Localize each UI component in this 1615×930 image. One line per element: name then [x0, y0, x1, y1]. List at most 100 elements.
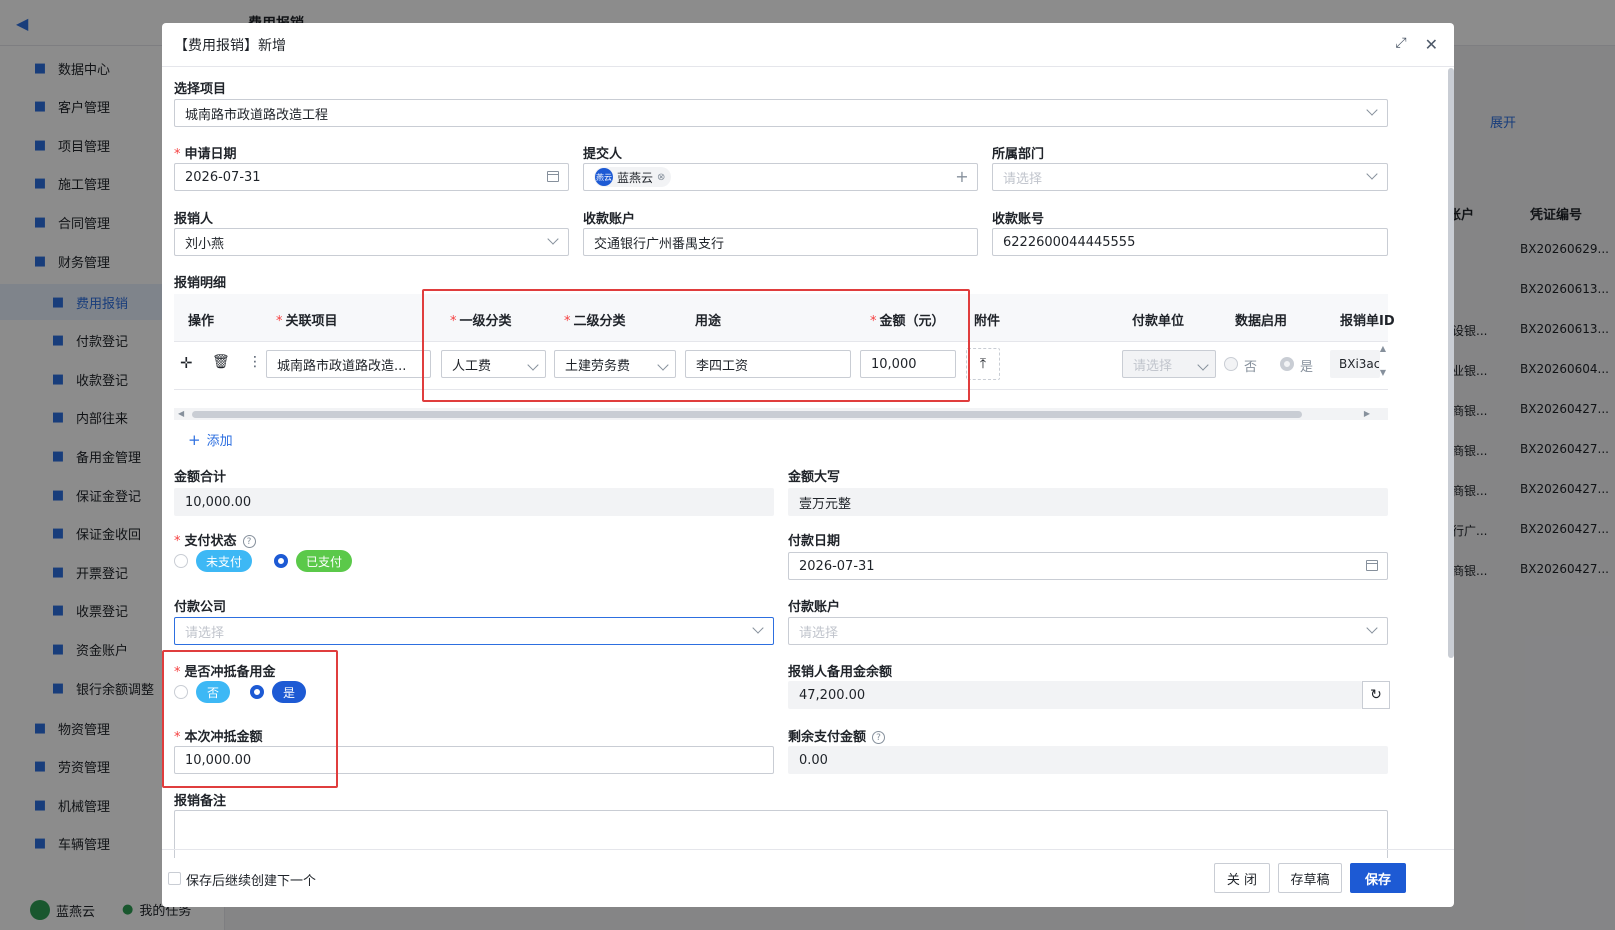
project-value: 城南路市政道路改造工程	[185, 107, 329, 123]
modal-title: 【费用报销】新增	[174, 37, 286, 54]
add-icon: +	[188, 430, 201, 449]
total-label: 金额合计	[174, 470, 227, 485]
reserve-balance-label: 报销人备用金余额	[788, 665, 893, 680]
receive-account-input[interactable]: 交通银行广州番禺支行	[583, 228, 978, 256]
drag-handle-icon[interactable]: ✛	[180, 354, 193, 372]
close-icon[interactable]: ✕	[1425, 35, 1438, 54]
th-payee: 付款单位	[1132, 314, 1185, 329]
submitter-chip: 燕云 蓝燕云 ⊗	[594, 167, 672, 187]
total-value: 10,000.00	[185, 494, 252, 510]
project-select[interactable]: 城南路市政道路改造工程	[174, 99, 1388, 127]
remain-value: 0.00	[799, 752, 828, 768]
upper-value-field: 壹万元整	[788, 488, 1388, 516]
paid-tag[interactable]: 已支付	[296, 550, 352, 572]
highlight-box-offset	[162, 650, 338, 788]
pay-status-paid-radio[interactable]	[274, 554, 288, 568]
reimburser-select[interactable]: 刘小燕	[174, 228, 569, 256]
highlight-box-details	[422, 289, 970, 402]
scroll-left-icon[interactable]: ◀	[178, 409, 184, 418]
continue-checkbox[interactable]	[168, 872, 181, 885]
dept-select[interactable]: 请选择	[992, 163, 1388, 191]
pay-company-label: 付款公司	[174, 600, 227, 615]
modal-body: 选择项目 城南路市政道路改造工程 * 申请日期 2026-07-31 提交人 燕云…	[162, 68, 1450, 858]
apply-date-picker[interactable]: 2026-07-31	[174, 163, 569, 191]
chevron-down-icon	[1365, 622, 1379, 637]
reserve-balance-value: 47,200.00	[799, 687, 866, 703]
th-op: 操作	[188, 314, 215, 329]
more-icon[interactable]: ⋮	[248, 354, 262, 370]
row-payee-select[interactable]: 请选择	[1122, 350, 1216, 378]
row-scroll-up-icon[interactable]: ▲	[1380, 344, 1386, 353]
reimburser-label: 报销人	[174, 212, 214, 227]
row-form-id-value: BXi3ac	[1339, 357, 1380, 371]
row-form-id: BXi3ac	[1330, 350, 1380, 378]
chevron-down-icon	[1365, 168, 1379, 183]
pay-date-value: 2026-07-31	[799, 558, 875, 574]
submitter-label: 提交人	[583, 147, 623, 162]
details-label: 报销明细	[174, 276, 227, 291]
reserve-balance-field: 47,200.00	[788, 681, 1362, 709]
pay-date-label: 付款日期	[788, 534, 841, 549]
draft-button[interactable]: 存草稿	[1278, 863, 1342, 893]
remain-label: 剩余支付金额?	[788, 726, 886, 745]
expense-modal: 【费用报销】新增 ⤢ ✕ 选择项目 城南路市政道路改造工程 * 申请日期 2026…	[162, 23, 1454, 907]
modal-header: 【费用报销】新增 ⤢ ✕	[162, 23, 1454, 67]
th-project: * 关联项目	[276, 314, 338, 329]
row-payee-placeholder: 请选择	[1133, 358, 1173, 374]
pay-account-select[interactable]: 请选择	[788, 617, 1388, 645]
remain-field: 0.00	[788, 746, 1388, 774]
enabled-yes-label: 是	[1300, 360, 1314, 375]
avatar: 燕云	[595, 168, 613, 186]
total-value-field: 10,000.00	[174, 488, 774, 516]
receive-account-value: 交通银行广州番禺支行	[594, 236, 725, 252]
receive-account-label: 收款账户	[583, 212, 636, 227]
plus-icon[interactable]: +	[955, 167, 969, 186]
upper-label: 金额大写	[788, 470, 841, 485]
pay-status-unpaid-radio[interactable]	[174, 554, 188, 568]
row-scroll-down-icon[interactable]: ▼	[1380, 368, 1386, 377]
close-button[interactable]: 关 闭	[1214, 863, 1270, 893]
chevron-down-icon	[751, 622, 765, 637]
enabled-yes-radio[interactable]	[1280, 357, 1294, 371]
pay-company-select[interactable]: 请选择	[174, 617, 774, 645]
pay-account-placeholder: 请选择	[799, 625, 839, 641]
submitter-select[interactable]: 燕云 蓝燕云 ⊗ +	[583, 163, 978, 191]
help-icon[interactable]: ?	[872, 731, 886, 744]
chevron-down-icon	[1365, 104, 1379, 119]
delete-icon[interactable]: 🗑	[212, 354, 230, 370]
row-project-select[interactable]: 城南路市政道路改造...	[266, 350, 431, 378]
receive-number-label: 收款账号	[992, 212, 1045, 227]
submitter-name: 蓝燕云	[617, 170, 654, 185]
pay-account-label: 付款账户	[788, 600, 841, 615]
scrollbar-thumb[interactable]	[192, 411, 1302, 418]
modal-footer: 保存后继续创建下一个 关 闭 存草稿 保存	[162, 849, 1454, 907]
scroll-right-icon[interactable]: ▶	[1364, 409, 1370, 418]
refresh-button[interactable]: ↻	[1362, 681, 1390, 709]
remove-chip-icon[interactable]: ⊗	[657, 172, 665, 183]
receive-number-value: 6222600044445555	[1003, 234, 1136, 250]
pay-date-picker[interactable]: 2026-07-31	[788, 552, 1388, 580]
unpaid-tag[interactable]: 未支付	[196, 550, 252, 572]
th-enabled: 数据启用	[1235, 314, 1288, 329]
row-project-value: 城南路市政道路改造...	[277, 358, 407, 374]
horizontal-scrollbar[interactable]: ◀ ▶	[174, 408, 1388, 420]
remark-label: 报销备注	[174, 794, 227, 809]
modal-scrollbar[interactable]	[1448, 68, 1454, 658]
help-icon[interactable]: ?	[242, 535, 256, 548]
save-button[interactable]: 保存	[1350, 863, 1406, 893]
pay-status-label: * 支付状态?	[174, 530, 256, 549]
apply-date-label: * 申请日期	[174, 147, 237, 162]
enabled-no-radio[interactable]	[1224, 357, 1238, 371]
pay-company-placeholder: 请选择	[185, 625, 225, 641]
calendar-icon	[1365, 558, 1379, 572]
chevron-down-icon	[1197, 358, 1209, 373]
add-row-button[interactable]: + 添加	[188, 430, 233, 450]
maximize-icon[interactable]: ⤢	[1395, 35, 1406, 54]
receive-number-input[interactable]: 6222600044445555	[992, 228, 1388, 256]
upload-button[interactable]: ⤒	[966, 348, 1000, 380]
th-form-id: 报销单ID	[1340, 314, 1395, 329]
th-attach: 附件	[974, 314, 1001, 329]
upload-icon: ⤒	[979, 356, 987, 372]
calendar-icon	[546, 169, 560, 183]
add-row-label: 添加	[206, 434, 233, 449]
